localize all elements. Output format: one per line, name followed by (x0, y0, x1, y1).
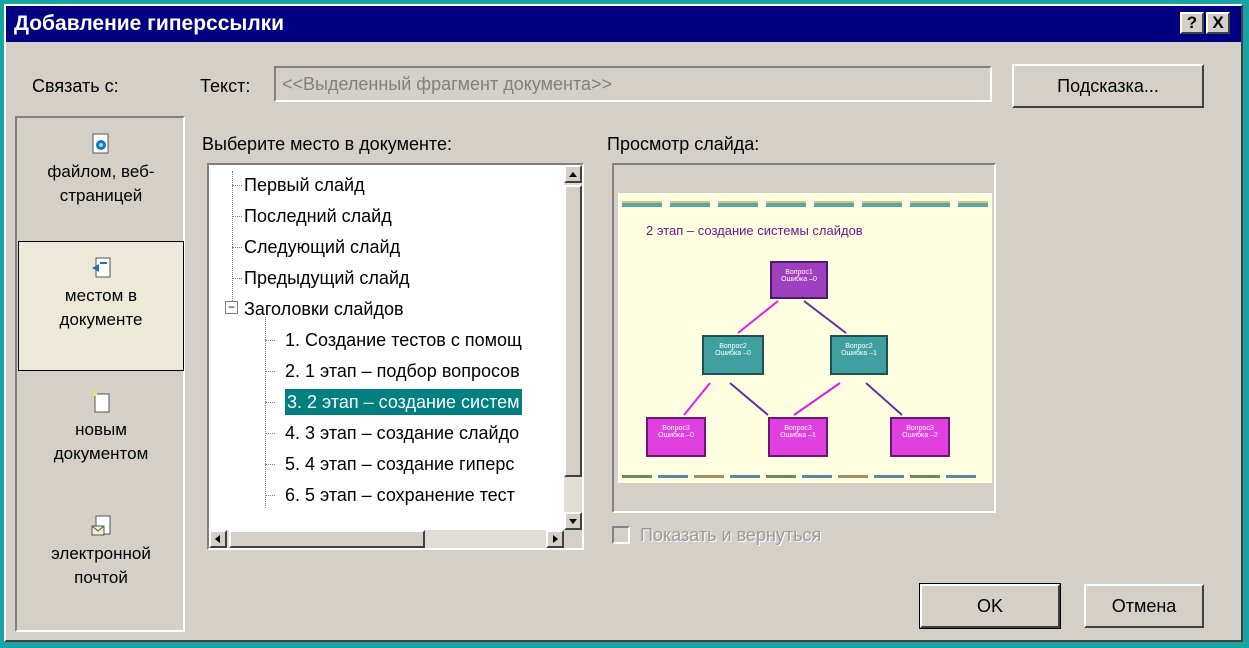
scroll-thumb[interactable] (564, 185, 582, 477)
ok-button[interactable]: OK (919, 583, 1061, 629)
tree-item-slide-6[interactable]: 6. 5 этап – сохранение тест (285, 482, 515, 508)
place-tree: − Первый слайд Последний слайд Следующий… (207, 163, 584, 550)
horizontal-scroll-thumb[interactable] (229, 530, 425, 548)
help-button[interactable]: ? (1180, 12, 1204, 34)
link-type-sidebar: файлом, веб- страницей местом в документ… (15, 116, 185, 632)
show-and-return-checkbox[interactable] (612, 526, 630, 544)
link-email-label: электронной почтой (51, 544, 151, 587)
document-place-icon (90, 256, 112, 280)
title-bar: Добавление гиперссылки ? X (6, 6, 1241, 42)
tree-item-slide-1[interactable]: 1. Создание тестов с помощ (285, 327, 522, 353)
link-file-web-label: файлом, веб- страницей (47, 162, 155, 205)
hint-button[interactable]: Подсказка... (1012, 64, 1204, 108)
tree-item-slide-2[interactable]: 2. 1 этап – подбор вопросов (285, 358, 520, 384)
scroll-right-button[interactable] (546, 530, 564, 548)
email-icon (90, 514, 112, 538)
tree-item-slide-3[interactable]: 3. 2 этап – создание систем (285, 389, 522, 415)
link-file-web-button[interactable]: файлом, веб- страницей (19, 132, 183, 208)
slide-preview: 2 этап – создание системы слайдов Вопрос… (612, 163, 996, 513)
slide-thumbnail: 2 этап – создание системы слайдов Вопрос… (618, 193, 992, 483)
text-field-value: <<Выделенный фрагмент документа>> (282, 74, 613, 94)
scroll-down-button[interactable] (564, 512, 582, 530)
slide-node-2: Вопрос2 Ошибка –0 (702, 335, 764, 375)
tree-item-slide-4[interactable]: 4. 3 этап – создание слайдо (285, 420, 519, 446)
slide-node-3: Вопрос2 Ошибка –1 (830, 335, 888, 375)
slide-node-4: Вопрос3 Ошибка –0 (646, 417, 706, 457)
new-document-icon (90, 390, 112, 414)
show-and-return-label: Показать и вернуться (640, 525, 822, 545)
hyperlink-dialog: Добавление гиперссылки ? X Связать с: фа… (4, 4, 1243, 642)
tree-item-first-slide[interactable]: Первый слайд (244, 172, 365, 198)
place-label: Выберите место в документе: (202, 134, 452, 154)
link-email-button[interactable]: электронной почтой (19, 514, 183, 590)
slide-node-1: Вопрос1 Ошибка –0 (770, 261, 828, 299)
link-new-document-label: новым документом (53, 420, 149, 463)
tree-item-last-slide[interactable]: Последний слайд (244, 203, 392, 229)
cancel-button[interactable]: Отмена (1084, 584, 1204, 628)
tree-item-next-slide[interactable]: Следующий слайд (244, 234, 400, 260)
tree-vertical-scrollbar[interactable] (564, 165, 582, 530)
scroll-left-button[interactable] (209, 530, 227, 548)
slide-title: 2 этап – создание системы слайдов (646, 223, 863, 238)
link-with-label: Связать с: (32, 76, 119, 96)
slide-node-6: Вопрос3 Ошибка –2 (890, 417, 950, 457)
link-document-place-button[interactable]: местом в документе (18, 241, 184, 371)
close-button[interactable]: X (1206, 12, 1230, 34)
tree-horizontal-scrollbar[interactable] (209, 530, 564, 548)
scroll-up-button[interactable] (564, 165, 582, 183)
collapse-toggle[interactable]: − (225, 301, 238, 314)
tree-item-slide-5[interactable]: 5. 4 этап – создание гиперс (285, 451, 514, 477)
tree-item-previous-slide[interactable]: Предыдущий слайд (244, 265, 410, 291)
link-document-place-label: местом в документе (59, 286, 143, 329)
text-label: Текст: (200, 76, 251, 96)
text-field[interactable]: <<Выделенный фрагмент документа>> (274, 66, 992, 102)
file-web-icon (90, 132, 112, 156)
slide-node-5: Вопрос3 Ошибка –1 (768, 417, 828, 457)
link-new-document-button[interactable]: новым документом (19, 390, 183, 466)
preview-label: Просмотр слайда: (607, 134, 760, 154)
tree-item-slide-titles[interactable]: Заголовки слайдов (244, 296, 404, 322)
dialog-title: Добавление гиперссылки (14, 12, 285, 35)
